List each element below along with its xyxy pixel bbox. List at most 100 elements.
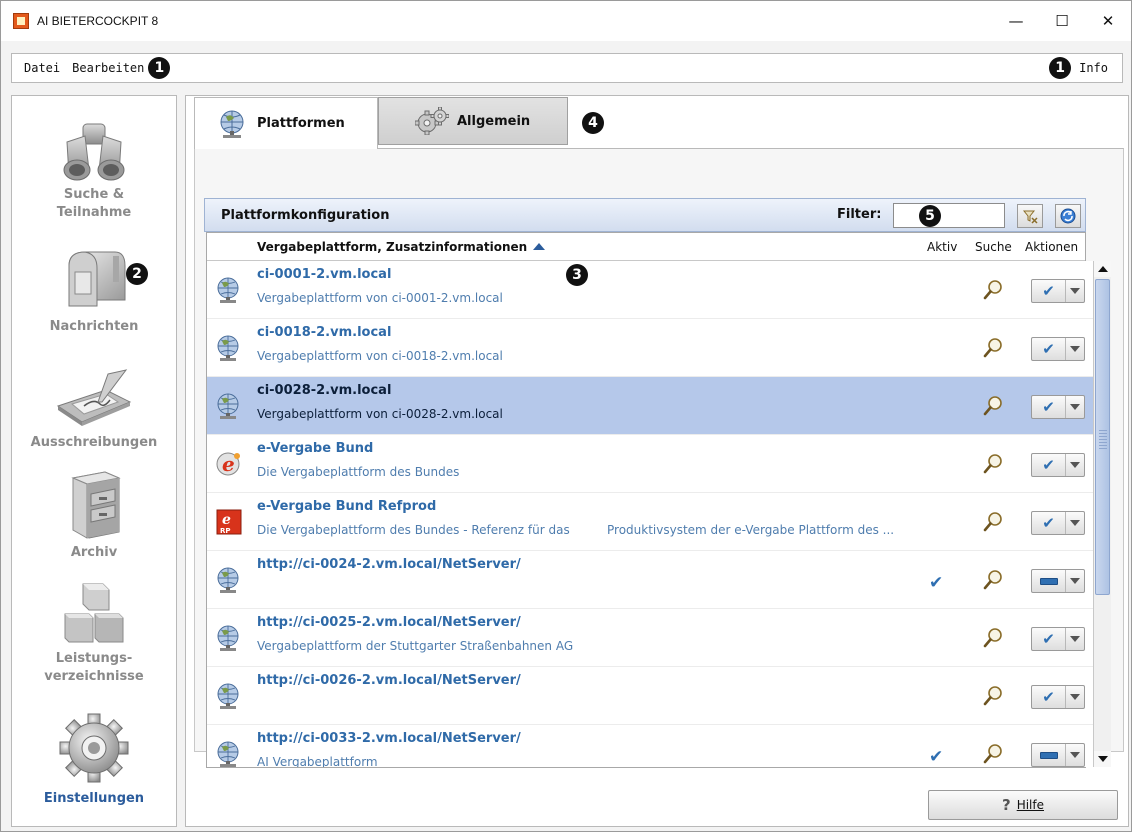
e-vergabe-rp-icon: e RP <box>215 508 243 536</box>
row-subtitle: Vergabeplattform der Stuttgarter Straßen… <box>257 639 574 653</box>
search-magnifier-icon[interactable] <box>983 569 1003 591</box>
search-magnifier-icon[interactable] <box>983 685 1003 707</box>
search-magnifier-icon[interactable] <box>983 453 1003 475</box>
activate-check-icon[interactable]: ✔ <box>1032 280 1066 302</box>
nav-item-archiv[interactable]: Archiv <box>12 468 176 562</box>
row-title: http://ci-0026-2.vm.local/NetServer/ <box>257 673 521 688</box>
chevron-down-icon[interactable] <box>1066 570 1084 592</box>
gear-icon <box>59 713 129 783</box>
search-magnifier-icon[interactable] <box>983 279 1003 301</box>
callout-badge-5: 5 <box>919 205 941 227</box>
tab-allgemein[interactable]: Allgemein <box>378 97 568 145</box>
table-row[interactable]: ci-0028-2.vm.local Vergabeplattform von c… <box>207 377 1093 435</box>
minimize-button[interactable]: — <box>993 1 1039 41</box>
activate-check-icon[interactable]: ✔ <box>1032 338 1066 360</box>
activate-check-icon[interactable]: ✔ <box>1032 512 1066 534</box>
column-header-aktiv[interactable]: Aktiv <box>927 240 957 254</box>
row-title: e-Vergabe Bund Refprod <box>257 499 437 514</box>
row-action-split-button[interactable] <box>1031 743 1085 767</box>
globe-icon <box>215 392 243 420</box>
help-button[interactable]: ? Hilfe <box>928 790 1118 820</box>
table-row[interactable]: ci-0018-2.vm.local Vergabeplattform von c… <box>207 319 1093 377</box>
activate-check-icon[interactable]: ✔ <box>1032 454 1066 476</box>
search-magnifier-icon[interactable] <box>983 511 1003 533</box>
row-title: ci-0018-2.vm.local <box>257 325 392 340</box>
tab-plattformen[interactable]: Plattformen <box>194 97 378 149</box>
row-subtitle: Vergabeplattform von ci-0001-2.vm.local <box>257 291 503 305</box>
scroll-down-button[interactable] <box>1094 751 1111 767</box>
maximize-button[interactable]: ☐ <box>1039 1 1085 41</box>
nav-item-einstellungen[interactable]: Einstellungen <box>12 710 176 808</box>
nav-item-ausschreibungen[interactable]: Ausschreibungen <box>12 366 176 452</box>
list-column-header: Vergabeplattform, Zusatzinformationen Ak… <box>207 233 1085 261</box>
table-row[interactable]: http://ci-0033-2.vm.local/NetServer/AI V… <box>207 725 1093 767</box>
table-row[interactable]: e RP e-Vergabe Bund Refprod Die Vergabeplat… <box>207 493 1093 551</box>
callout-badge-3: 3 <box>566 264 588 286</box>
row-action-split-button[interactable]: ✔ <box>1031 511 1085 535</box>
chevron-down-icon[interactable] <box>1066 744 1084 766</box>
activate-check-icon[interactable]: ✔ <box>1032 686 1066 708</box>
chevron-down-icon[interactable] <box>1066 628 1084 650</box>
help-icon: ? <box>1001 796 1011 814</box>
nav-label-einstellungen: Einstellungen <box>43 791 145 806</box>
globe-icon <box>215 334 243 362</box>
deactivate-icon[interactable] <box>1032 570 1066 592</box>
scroll-up-button[interactable] <box>1094 261 1111 277</box>
title-bar: AI BIETERCOCKPIT 8 — ☐ ✕ <box>1 1 1131 41</box>
row-action-split-button[interactable]: ✔ <box>1031 453 1085 477</box>
chevron-down-icon[interactable] <box>1066 396 1084 418</box>
row-action-split-button[interactable]: ✔ <box>1031 627 1085 651</box>
chevron-down-icon[interactable] <box>1066 512 1084 534</box>
refresh-button[interactable] <box>1055 204 1081 228</box>
vertical-scrollbar[interactable] <box>1093 261 1111 767</box>
search-magnifier-icon[interactable] <box>983 627 1003 649</box>
menu-bearbeiten[interactable]: Bearbeiten <box>72 61 144 75</box>
chevron-down-icon[interactable] <box>1066 280 1084 302</box>
clear-filter-button[interactable] <box>1017 204 1043 228</box>
row-title: http://ci-0024-2.vm.local/NetServer/ <box>257 557 521 572</box>
chevron-down-icon[interactable] <box>1066 454 1084 476</box>
column-header-vergabeplattform[interactable]: Vergabeplattform, Zusatzinformationen <box>257 240 546 254</box>
svg-text:RP: RP <box>220 527 231 535</box>
chevron-down-icon[interactable] <box>1066 686 1084 708</box>
nav-label-ausschreibungen: Ausschreibungen <box>30 435 158 450</box>
nav-label-suche: Suche & Teilnahme <box>56 187 132 220</box>
table-row[interactable]: http://ci-0026-2.vm.local/NetServer/ ✔ <box>207 667 1093 725</box>
close-button[interactable]: ✕ <box>1085 1 1131 41</box>
menu-datei[interactable]: Datei <box>24 61 60 75</box>
window-title: AI BIETERCOCKPIT 8 <box>37 14 159 28</box>
window-controls: — ☐ ✕ <box>993 1 1131 41</box>
platform-list: Vergabeplattform, Zusatzinformationen Ak… <box>206 232 1111 768</box>
activate-check-icon[interactable]: ✔ <box>1032 628 1066 650</box>
platform-rows: ci-0001-2.vm.local Vergabeplattform von c… <box>207 261 1093 767</box>
row-action-split-button[interactable]: ✔ <box>1031 395 1085 419</box>
table-row[interactable]: http://ci-0025-2.vm.local/NetServer/Verg… <box>207 609 1093 667</box>
search-magnifier-icon[interactable] <box>983 337 1003 359</box>
menu-info[interactable]: Info <box>1079 61 1108 75</box>
search-magnifier-icon[interactable] <box>983 743 1003 765</box>
row-action-split-button[interactable]: ✔ <box>1031 279 1085 303</box>
nav-item-suche-teilnahme[interactable]: Suche & Teilnahme <box>12 120 176 222</box>
nav-item-nachrichten[interactable]: Nachrichten <box>12 246 176 336</box>
table-row[interactable]: ci-0001-2.vm.local Vergabeplattform von c… <box>207 261 1093 319</box>
row-action-split-button[interactable]: ✔ <box>1031 685 1085 709</box>
chevron-down-icon[interactable] <box>1066 338 1084 360</box>
column-header-suche[interactable]: Suche <box>975 240 1012 254</box>
row-subtitle: Vergabeplattform von ci-0018-2.vm.local <box>257 349 503 363</box>
row-action-split-button[interactable]: ✔ <box>1031 337 1085 361</box>
table-row[interactable]: e e-Vergabe Bund Die Vergabeplattform des … <box>207 435 1093 493</box>
e-vergabe-icon: e <box>215 450 243 478</box>
table-row[interactable]: http://ci-0024-2.vm.local/NetServer/ ✔ <box>207 551 1093 609</box>
scroll-thumb[interactable] <box>1095 279 1110 595</box>
mailbox-icon <box>68 251 126 307</box>
row-action-split-button[interactable] <box>1031 569 1085 593</box>
activate-check-icon[interactable]: ✔ <box>1032 396 1066 418</box>
column-header-aktionen[interactable]: Aktionen <box>1025 240 1078 254</box>
nav-label-nachrichten: Nachrichten <box>49 319 139 334</box>
gears-icon <box>415 107 449 135</box>
filter-input[interactable] <box>893 203 1005 228</box>
search-magnifier-icon[interactable] <box>983 395 1003 417</box>
deactivate-icon[interactable] <box>1032 744 1066 766</box>
globe-icon <box>215 276 243 304</box>
nav-item-leistungsverzeichnisse[interactable]: Leistungs-verzeichnisse <box>12 580 176 686</box>
